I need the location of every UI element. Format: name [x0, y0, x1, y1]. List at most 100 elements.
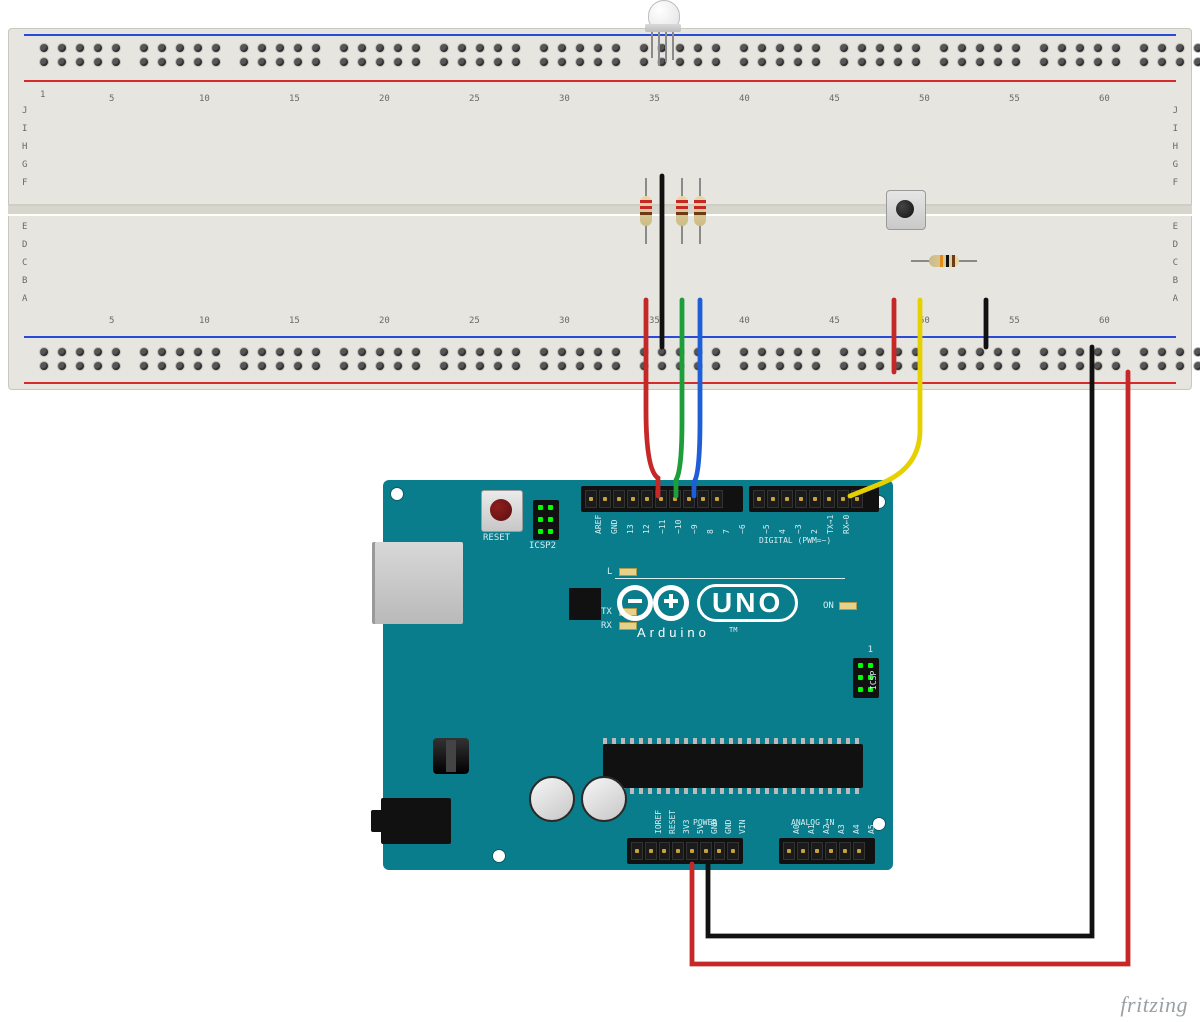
- digital-pin-label: 7: [723, 529, 731, 534]
- led-rx-label: RX: [601, 622, 612, 631]
- row-label: D: [1173, 240, 1178, 250]
- power-pin-label: IOREF: [655, 810, 663, 834]
- power-pin-label: GND: [711, 820, 719, 834]
- led-l-label: L: [607, 568, 612, 577]
- digital-pin-label: RX←0: [843, 515, 851, 534]
- arduino-brand-label: Arduino: [637, 626, 710, 639]
- icsp2-label: ICSP2: [529, 542, 556, 551]
- pushbutton: [886, 190, 926, 230]
- col-label: 20: [379, 94, 390, 104]
- digital-pin-label: ~3: [795, 524, 803, 534]
- fritzing-diagram: 1 JJIIHHGGFFEEDDCCBBAA551010151520202525…: [0, 0, 1200, 1022]
- resistor-10k-pulldown: [919, 255, 969, 267]
- led-on-icon: [839, 602, 857, 610]
- bottom-rail-negative: [24, 336, 1176, 338]
- row-label: H: [1173, 142, 1178, 152]
- digital-pin-label: ~5: [763, 524, 771, 534]
- digital-pin-label: ~6: [739, 524, 747, 534]
- led-rx-icon: [619, 622, 637, 630]
- row-label: D: [22, 240, 27, 250]
- digital-pin-label: 2: [811, 529, 819, 534]
- analog-pin-label: A1: [808, 824, 816, 834]
- col-label: 40: [739, 94, 750, 104]
- usb-port: [375, 542, 463, 624]
- power-pin-label: 5V: [697, 824, 705, 834]
- analog-pin-label: A4: [853, 824, 861, 834]
- capacitors-icon: [529, 776, 627, 822]
- digital-pin-label: AREF: [595, 515, 603, 534]
- row-label: J: [1173, 106, 1178, 116]
- row-label: C: [22, 258, 27, 268]
- col-label: 45: [829, 94, 840, 104]
- rgb-led: [648, 0, 678, 40]
- row-label: I: [1173, 124, 1178, 134]
- col-label: 10: [199, 316, 210, 326]
- analog-pin-label: A3: [838, 824, 846, 834]
- digital-pin-label: 8: [707, 529, 715, 534]
- analog-pin-label: A5: [868, 824, 876, 834]
- row-label: F: [22, 178, 27, 188]
- digital-header-right: [749, 486, 879, 512]
- power-pin-label: RESET: [669, 810, 677, 834]
- digital-pin-label: ~11: [659, 520, 667, 534]
- col-label: 25: [469, 316, 480, 326]
- resistor-220-b: [694, 186, 706, 236]
- row-label: B: [22, 276, 27, 286]
- breadboard-center-channel: [8, 204, 1192, 216]
- col-label: 15: [289, 316, 300, 326]
- analog-header: [779, 838, 875, 864]
- col-label: 50: [919, 316, 930, 326]
- led-tx-label: TX: [601, 608, 612, 617]
- col-label: 30: [559, 94, 570, 104]
- col-label: 1: [40, 90, 45, 100]
- analog-pin-label: A2: [823, 824, 831, 834]
- col-label: 30: [559, 316, 570, 326]
- row-label: E: [1173, 222, 1178, 232]
- power-pin-label: GND: [725, 820, 733, 834]
- col-label: 10: [199, 94, 210, 104]
- row-label: A: [22, 294, 27, 304]
- dc-barrel-jack: [381, 798, 451, 844]
- row-label: E: [22, 222, 27, 232]
- col-label: 60: [1099, 316, 1110, 326]
- icsp2-header: [533, 500, 559, 540]
- tm-label: TM: [729, 626, 737, 635]
- row-label: G: [22, 160, 27, 170]
- col-label: 5: [109, 94, 114, 104]
- arduino-logo-icon: UNO: [617, 584, 798, 622]
- digital-pin-label: ~10: [675, 520, 683, 534]
- fritzing-watermark: fritzing: [1120, 994, 1188, 1016]
- digital-pin-label: TX→1: [827, 515, 835, 534]
- col-label: 40: [739, 316, 750, 326]
- col-label: 35: [649, 316, 660, 326]
- bottom-rail-positive: [24, 382, 1176, 384]
- atmega328p-icon: [603, 744, 863, 788]
- digital-header-title: DIGITAL (PWM=~): [759, 536, 831, 545]
- col-label: 25: [469, 94, 480, 104]
- power-pin-label: 3V3: [683, 820, 691, 834]
- led-on-label: ON: [823, 602, 834, 611]
- col-label: 15: [289, 94, 300, 104]
- col-label: 55: [1009, 94, 1020, 104]
- col-label: 45: [829, 316, 840, 326]
- digital-pin-label: ~9: [691, 524, 699, 534]
- digital-pin-label: 13: [627, 524, 635, 534]
- icsp-pin1: 1: [868, 646, 873, 655]
- resistor-220-g: [676, 186, 688, 236]
- atmega16u2-icon: [569, 588, 601, 620]
- row-label: C: [1173, 258, 1178, 268]
- col-label: 50: [919, 94, 930, 104]
- row-label: I: [22, 124, 27, 134]
- digital-pin-label: 4: [779, 529, 787, 534]
- digital-pin-label: 12: [643, 524, 651, 534]
- digital-header-left: [581, 486, 743, 512]
- resistor-220-r: [640, 186, 652, 236]
- breadboard: 1 JJIIHHGGFFEEDDCCBBAA551010151520202525…: [8, 28, 1192, 390]
- col-label: 55: [1009, 316, 1020, 326]
- row-label: F: [1173, 178, 1178, 188]
- analog-pin-label: A0: [793, 824, 801, 834]
- row-label: A: [1173, 294, 1178, 304]
- col-label: 35: [649, 94, 660, 104]
- arduino-uno-board: RESET ICSP2 L TX RX ON UNO Arduin: [383, 480, 893, 870]
- row-label: J: [22, 106, 27, 116]
